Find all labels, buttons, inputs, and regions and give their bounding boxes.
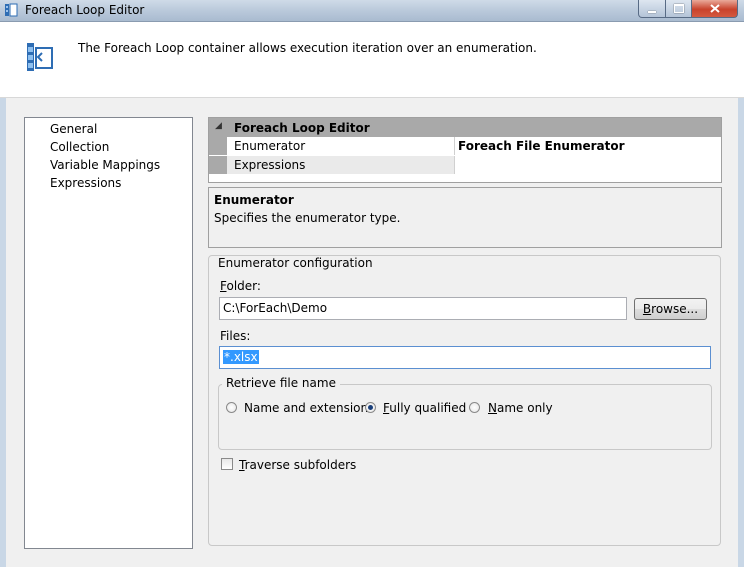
grid-property-name: Enumerator — [234, 139, 306, 153]
name-and-extension-radio[interactable] — [226, 402, 237, 413]
grid-property-value[interactable] — [455, 156, 721, 174]
browse-button[interactable]: Browse... — [634, 298, 707, 320]
retrieve-file-name-label: Retrieve file name — [222, 376, 340, 390]
grid-row-enumerator[interactable]: Enumerator Foreach File Enumerator — [209, 137, 721, 155]
grid-category-row[interactable]: ◢ Foreach Loop Editor — [209, 118, 721, 137]
minimize-button[interactable] — [638, 0, 666, 18]
header-panel — [0, 22, 744, 98]
collapse-arrow-icon[interactable]: ◢ — [215, 121, 222, 131]
window-title: Foreach Loop Editor — [25, 3, 145, 17]
close-button[interactable] — [691, 0, 738, 18]
window-frame-left — [0, 22, 6, 567]
enumerator-configuration-label: Enumerator configuration — [214, 256, 377, 270]
folder-label: Folder: — [220, 279, 261, 293]
grid-gutter — [209, 137, 227, 155]
description-title: Enumerator — [214, 193, 294, 207]
grid-gutter — [209, 156, 227, 174]
files-label: Files: — [220, 329, 251, 343]
property-description-pane: Enumerator Specifies the enumerator type… — [208, 187, 722, 248]
grid-property-name: Expressions — [234, 158, 306, 172]
name-only-label[interactable]: Name only — [488, 401, 553, 415]
retrieve-file-name-group — [218, 384, 712, 450]
grid-row-expressions[interactable]: Expressions — [209, 156, 721, 174]
foreach-container-icon — [27, 43, 53, 71]
page-navigation-list[interactable]: General Collection Variable Mappings Exp… — [24, 117, 193, 549]
fully-qualified-radio[interactable] — [365, 402, 376, 413]
maximize-icon — [673, 4, 684, 13]
traverse-subfolders-label[interactable]: Traverse subfolders — [239, 458, 356, 472]
grid-divider[interactable] — [454, 137, 455, 155]
name-only-radio[interactable] — [469, 402, 480, 413]
grid-category-label: Foreach Loop Editor — [234, 121, 370, 135]
foreach-loop-icon — [5, 3, 18, 17]
files-input[interactable]: *.xlsx — [219, 346, 711, 369]
maximize-button[interactable] — [665, 0, 692, 18]
grid-property-value[interactable]: Foreach File Enumerator — [458, 139, 625, 153]
files-input-selection: *.xlsx — [223, 350, 259, 364]
close-icon — [709, 4, 720, 13]
nav-item-collection[interactable]: Collection — [50, 140, 109, 154]
fully-qualified-label[interactable]: Fully qualified — [383, 401, 466, 415]
property-grid[interactable]: ◢ Foreach Loop Editor Enumerator Foreach… — [208, 117, 722, 183]
nav-item-general[interactable]: General — [50, 122, 97, 136]
nav-item-variable-mappings[interactable]: Variable Mappings — [50, 158, 160, 172]
minimize-icon — [648, 10, 656, 13]
traverse-subfolders-checkbox[interactable] — [221, 458, 233, 470]
folder-input[interactable]: C:\ForEach\Demo — [219, 297, 627, 320]
window-frame-right — [738, 22, 744, 567]
header-description: The Foreach Loop container allows execut… — [78, 41, 537, 55]
description-text: Specifies the enumerator type. — [214, 211, 401, 225]
nav-item-expressions[interactable]: Expressions — [50, 176, 121, 190]
name-and-extension-label[interactable]: Name and extension — [244, 401, 368, 415]
